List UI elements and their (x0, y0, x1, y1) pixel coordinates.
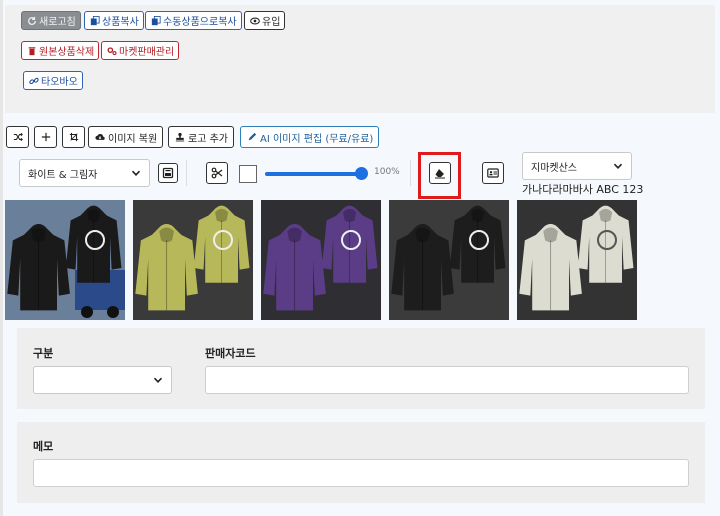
cloud-download-icon (94, 132, 105, 143)
pencil-icon (246, 132, 257, 143)
divider (410, 160, 411, 186)
add-image-button[interactable] (34, 126, 57, 148)
refresh-label: 새로고침 (39, 17, 76, 28)
gears-icon (106, 45, 117, 56)
jacket-front-part (422, 240, 424, 311)
taobao-link-button[interactable]: 타오바오 (23, 71, 83, 90)
jacket-front-part (166, 240, 168, 311)
truck-wheel (107, 306, 119, 318)
jacket-back-part (477, 220, 479, 283)
background-select[interactable]: 화이트 & 그림자 (19, 159, 150, 187)
chevron-down-icon (613, 163, 623, 169)
product-image-4[interactable] (389, 200, 509, 320)
market-manage-label: 마켓판매관리 (119, 47, 175, 58)
product-image-5[interactable] (517, 200, 637, 320)
jacket-front-part (294, 240, 296, 311)
divider (186, 160, 187, 186)
jacket-back-part (605, 220, 607, 283)
refresh-icon (26, 15, 37, 26)
chevron-down-icon (131, 170, 141, 176)
stamp-icon (174, 132, 185, 143)
manual-copy-label: 수동상품으로복사 (163, 17, 237, 28)
save-preset-button[interactable] (158, 163, 178, 183)
eye-icon (249, 15, 260, 26)
jacket-front-part (159, 227, 174, 243)
background-select-value: 화이트 & 그림자 (28, 169, 98, 181)
product-image-1[interactable] (5, 200, 125, 320)
color-swatch[interactable] (239, 165, 257, 183)
trash-icon (26, 45, 37, 56)
jacket-back-part (349, 220, 351, 283)
add-logo-label: 로고 추가 (188, 133, 228, 145)
chevron-down-icon (153, 377, 163, 383)
plus-icon (40, 132, 51, 143)
category-select[interactable] (33, 366, 172, 394)
delete-original-label: 원본상품삭제 (39, 47, 95, 58)
jacket-front-part (550, 240, 552, 311)
copy-product-label: 상품복사 (102, 17, 139, 28)
category-label: 구분 (33, 347, 54, 360)
ai-edit-button[interactable]: AI 이미지 편집 (무료/유료) (240, 126, 380, 148)
opacity-value: 100% (374, 167, 400, 177)
jacket-back-part (87, 208, 101, 223)
memo-input[interactable] (33, 459, 689, 487)
opacity-slider-fill (265, 172, 361, 176)
truck-wheel (81, 306, 93, 318)
highlight-box (418, 152, 461, 199)
product-image-3[interactable] (261, 200, 381, 320)
copy-icon (150, 15, 161, 26)
jacket-back-part (599, 208, 613, 223)
inflow-label: 유입 (262, 17, 281, 28)
crop-icon (68, 132, 79, 143)
font-preview-text: 가나다라마바사 ABC 123 (522, 183, 644, 196)
crop-button[interactable] (62, 126, 85, 148)
jacket-front-part (543, 227, 558, 243)
id-card-icon (487, 168, 499, 178)
jacket-front-part (415, 227, 430, 243)
market-manage-button[interactable]: 마켓판매관리 (101, 41, 180, 60)
copy-product-button[interactable]: 상품복사 (84, 11, 144, 30)
restore-image-button[interactable]: 이미지 복원 (88, 126, 164, 148)
jacket-back-part (471, 208, 485, 223)
font-select-value: 지마켓산스 (531, 162, 577, 174)
restore-image-label: 이미지 복원 (108, 133, 158, 145)
seller-code-input[interactable] (205, 366, 689, 394)
jacket-back-part (93, 220, 95, 283)
taobao-label: 타오바오 (41, 77, 78, 88)
font-select[interactable]: 지마켓산스 (522, 152, 632, 180)
copy-icon (89, 15, 100, 26)
jacket-back-part (343, 208, 357, 223)
jacket-front-part (287, 227, 302, 243)
jacket-back-part (215, 208, 229, 223)
shuffle-icon (12, 132, 23, 143)
text-card-button[interactable] (482, 162, 504, 184)
manual-copy-button[interactable]: 수동상품으로복사 (145, 11, 242, 30)
jacket-front-part (38, 240, 40, 311)
refresh-button[interactable]: 새로고침 (21, 11, 81, 30)
opacity-slider-handle[interactable] (355, 167, 368, 180)
opacity-slider[interactable] (265, 172, 361, 176)
delete-original-button[interactable]: 원본상품삭제 (21, 41, 100, 60)
product-image-2[interactable] (133, 200, 253, 320)
memo-label: 메모 (33, 440, 54, 453)
add-logo-button[interactable]: 로고 추가 (168, 126, 234, 148)
jacket-front-part (31, 227, 46, 243)
inbox-icon (162, 167, 174, 179)
shuffle-button[interactable] (6, 126, 29, 148)
ai-edit-label: AI 이미지 편집 (무료/유료) (260, 133, 374, 145)
jacket-back-part (221, 220, 223, 283)
left-edge (0, 0, 3, 516)
scissors-button[interactable] (206, 162, 228, 184)
seller-code-label: 판매자코드 (205, 347, 256, 360)
link-icon (28, 75, 39, 86)
scissors-icon (211, 167, 223, 179)
inflow-button[interactable]: 유입 (244, 11, 286, 30)
